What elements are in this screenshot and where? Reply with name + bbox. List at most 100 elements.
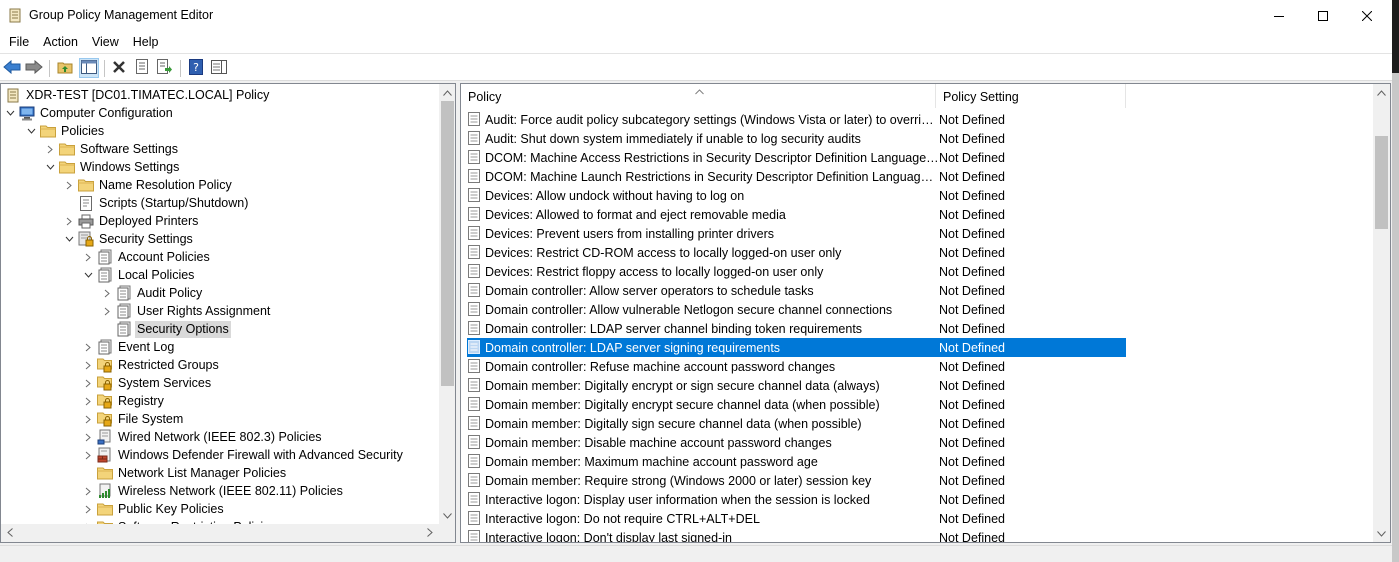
scroll-down-icon[interactable] xyxy=(439,507,455,524)
scroll-left-icon[interactable] xyxy=(1,524,18,541)
expand-closed-icon[interactable] xyxy=(81,482,95,500)
policy-setting-value: Not Defined xyxy=(939,473,1006,488)
tree-vertical-scrollbar[interactable] xyxy=(439,84,455,524)
tree-node[interactable]: Name Resolution Policy xyxy=(62,176,234,194)
expand-open-icon[interactable] xyxy=(24,122,38,140)
table-row[interactable]: Domain controller: LDAP server signing r… xyxy=(467,338,1126,357)
tree-node[interactable]: Network List Manager Policies xyxy=(81,464,288,482)
table-row[interactable]: DCOM: Machine Access Restrictions in Sec… xyxy=(467,148,1126,167)
table-row[interactable]: Interactive logon: Do not require CTRL+A… xyxy=(467,509,1126,528)
expand-closed-icon[interactable] xyxy=(81,410,95,428)
expand-closed-icon[interactable] xyxy=(62,212,76,230)
maximize-button[interactable] xyxy=(1300,0,1346,31)
table-row[interactable]: Devices: Restrict CD-ROM access to local… xyxy=(467,243,1126,262)
tree-node[interactable]: File System xyxy=(81,410,185,428)
policy-setting-value: Not Defined xyxy=(939,112,1006,127)
table-row[interactable]: Domain member: Digitally encrypt secure … xyxy=(467,395,1126,414)
expand-closed-icon[interactable] xyxy=(81,392,95,410)
expand-closed-icon[interactable] xyxy=(81,446,95,464)
scroll-thumb[interactable] xyxy=(1375,136,1388,229)
expand-open-icon[interactable] xyxy=(43,158,57,176)
tree-node[interactable]: Audit Policy xyxy=(100,284,204,302)
up-folder-button[interactable] xyxy=(56,59,74,77)
scroll-thumb[interactable] xyxy=(441,101,454,386)
table-row[interactable]: Domain member: Maximum machine account p… xyxy=(467,452,1126,471)
expand-closed-icon[interactable] xyxy=(100,284,114,302)
expand-closed-icon[interactable] xyxy=(62,176,76,194)
expand-open-icon[interactable] xyxy=(3,104,17,122)
tree-node[interactable]: Windows Defender Firewall with Advanced … xyxy=(81,446,405,464)
tree-node[interactable]: Scripts (Startup/Shutdown) xyxy=(62,194,250,212)
tree-node[interactable]: Event Log xyxy=(81,338,176,356)
tree-node[interactable]: Account Policies xyxy=(81,248,212,266)
expand-closed-icon[interactable] xyxy=(81,428,95,446)
table-row[interactable]: Domain member: Require strong (Windows 2… xyxy=(467,471,1126,490)
scroll-right-icon[interactable] xyxy=(421,524,438,541)
export-list-button[interactable] xyxy=(156,59,174,77)
expand-closed-icon[interactable] xyxy=(81,374,95,392)
tree-node[interactable]: Policies xyxy=(24,122,106,140)
forward-button[interactable] xyxy=(25,59,43,77)
back-button[interactable] xyxy=(3,59,21,77)
table-row[interactable]: Domain controller: Allow server operator… xyxy=(467,281,1126,300)
scroll-up-icon[interactable] xyxy=(439,84,455,101)
tree-node[interactable]: Wired Network (IEEE 802.3) Policies xyxy=(81,428,324,446)
table-row[interactable]: Domain member: Digitally sign secure cha… xyxy=(467,414,1126,433)
properties-button[interactable] xyxy=(133,59,151,77)
column-header-policy-setting[interactable]: Policy Setting xyxy=(936,84,1126,108)
expand-closed-icon[interactable] xyxy=(43,140,57,158)
scroll-up-icon[interactable] xyxy=(1373,84,1390,101)
table-row[interactable]: Interactive logon: Don't display last si… xyxy=(467,528,1126,542)
menu-view[interactable]: View xyxy=(85,32,126,52)
expand-open-icon[interactable] xyxy=(62,230,76,248)
menu-file[interactable]: File xyxy=(2,32,36,52)
expand-closed-icon[interactable] xyxy=(81,356,95,374)
tree-horizontal-scrollbar[interactable] xyxy=(1,524,455,542)
minimize-button[interactable] xyxy=(1256,0,1302,31)
menu-help[interactable]: Help xyxy=(126,32,166,52)
tree-node[interactable]: Security Settings xyxy=(62,230,195,248)
table-row[interactable]: Devices: Allow undock without having to … xyxy=(467,186,1126,205)
show-hide-tree-button[interactable] xyxy=(79,58,99,78)
close-button[interactable] xyxy=(1344,0,1390,31)
table-row[interactable]: Interactive logon: Display user informat… xyxy=(467,490,1126,509)
table-row[interactable]: Domain controller: LDAP server channel b… xyxy=(467,319,1126,338)
expand-closed-icon[interactable] xyxy=(81,338,95,356)
table-row[interactable]: Devices: Allowed to format and eject rem… xyxy=(467,205,1126,224)
table-row[interactable]: Devices: Restrict floppy access to local… xyxy=(467,262,1126,281)
show-action-pane-button[interactable] xyxy=(210,59,228,77)
policy-setting-icon xyxy=(467,454,481,469)
expand-closed-icon[interactable] xyxy=(81,500,95,518)
list-vertical-scrollbar[interactable] xyxy=(1373,84,1390,542)
tree-node[interactable]: Local Policies xyxy=(81,266,196,284)
table-row[interactable]: Audit: Shut down system immediately if u… xyxy=(467,129,1126,148)
expand-closed-icon[interactable] xyxy=(100,302,114,320)
table-row[interactable]: Domain controller: Allow vulnerable Netl… xyxy=(467,300,1126,319)
tree-node[interactable]: Registry xyxy=(81,392,166,410)
tree-node[interactable]: Wireless Network (IEEE 802.11) Policies xyxy=(81,482,345,500)
expand-open-icon[interactable] xyxy=(81,266,95,284)
table-row[interactable]: Devices: Prevent users from installing p… xyxy=(467,224,1126,243)
column-header-policy[interactable]: Policy xyxy=(461,84,936,108)
tree-node[interactable]: User Rights Assignment xyxy=(100,302,272,320)
table-row[interactable]: Audit: Force audit policy subcategory se… xyxy=(467,110,1126,129)
table-row[interactable]: DCOM: Machine Launch Restrictions in Sec… xyxy=(467,167,1126,186)
help-button[interactable]: ? xyxy=(187,58,205,77)
policy-name: Domain member: Digitally encrypt secure … xyxy=(485,397,880,412)
delete-button[interactable] xyxy=(110,59,128,77)
tree-node[interactable]: Software Settings xyxy=(43,140,180,158)
tree-node[interactable]: XDR-TEST [DC01.TIMATEC.LOCAL] Policy xyxy=(3,86,271,104)
tree-node[interactable]: Windows Settings xyxy=(43,158,181,176)
table-row[interactable]: Domain member: Disable machine account p… xyxy=(467,433,1126,452)
menu-action[interactable]: Action xyxy=(36,32,85,52)
tree-node[interactable]: Deployed Printers xyxy=(62,212,200,230)
tree-node[interactable]: Public Key Policies xyxy=(81,500,226,518)
tree-node[interactable]: System Services xyxy=(81,374,213,392)
tree-node[interactable]: Restricted Groups xyxy=(81,356,221,374)
expand-closed-icon[interactable] xyxy=(81,248,95,266)
table-row[interactable]: Domain member: Digitally encrypt or sign… xyxy=(467,376,1126,395)
scroll-down-icon[interactable] xyxy=(1373,525,1390,542)
tree-node[interactable]: Security Options xyxy=(100,320,231,338)
table-row[interactable]: Domain controller: Refuse machine accoun… xyxy=(467,357,1126,376)
tree-node[interactable]: Computer Configuration xyxy=(3,104,175,122)
